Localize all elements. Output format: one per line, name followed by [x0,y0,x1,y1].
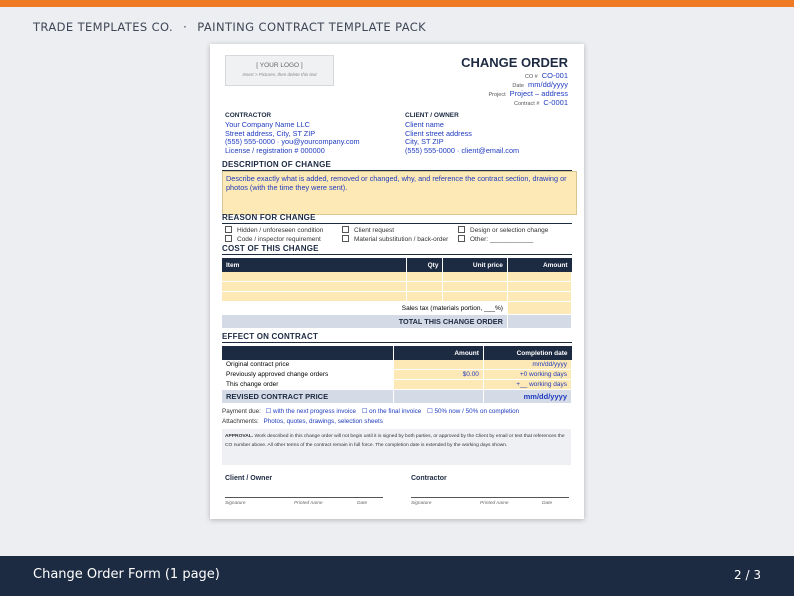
pack-name: PAINTING CONTRACT TEMPLATE PACK [197,20,427,34]
checkbox[interactable] [342,235,349,242]
sales-tax-amount[interactable] [507,301,573,315]
accent-top-bar [0,0,794,7]
attachments-value[interactable]: Photos, quotes, drawings, selection shee… [264,418,383,425]
checkbox[interactable] [342,226,349,233]
payment-label: Payment due: [222,408,261,415]
description-field[interactable]: Describe exactly what is added, removed … [222,171,577,215]
contractor-label: CONTRACTOR [225,112,272,119]
revised-amount [393,389,484,404]
table-row[interactable] [222,281,573,292]
row-label: Original contract price [222,360,394,370]
approval-text: Work described in this change order will… [225,434,565,448]
client-label: CLIENT / OWNER [405,112,459,119]
attachments-line: Attachments: Photos, quotes, drawings, s… [222,418,383,425]
column-header: Amount [507,258,572,272]
cost-heading: COST OF THIS CHANGE [222,244,572,255]
approval-label: APPROVAL. [225,434,254,439]
contractor-signature-label: Contractor [411,475,447,482]
row-label: This change order [222,379,394,390]
date-cell[interactable]: +__ working days [483,379,573,390]
column-header: Item [222,258,407,272]
reason-option[interactable]: Other: ____________ [458,235,533,243]
meta-project: Project Project – address [488,89,569,98]
checkbox[interactable] [225,235,232,242]
description-heading: DESCRIPTION OF CHANGE [222,160,572,171]
meta-date: Date mm/dd/yyyy [512,80,568,89]
table-row: Original contract price mm/dd/yyyy [222,360,573,370]
signature-field-label: Signature [225,501,246,506]
revised-label: REVISED CONTRACT PRICE [222,389,394,404]
column-header: Unit price [442,258,508,272]
client-block: CLIENT / OWNER Client name Client street… [405,112,519,155]
checkbox[interactable] [458,226,465,233]
logo-text: [ YOUR LOGO ] [256,62,303,69]
table-row[interactable] [222,272,573,282]
checkbox[interactable] [458,235,465,242]
page-indicator: 2 / 3 [734,568,761,582]
reason-option[interactable]: Material substitution / back-order [342,235,448,243]
reason-heading: REASON FOR CHANGE [222,213,572,224]
date-field-label: Date [357,501,368,506]
logo-hint: Insert > Pictures, then delete this text [242,72,317,77]
column-header: Qty [406,258,444,272]
page-header: TRADE TEMPLATES CO. · PAINTING CONTRACT … [33,20,426,34]
printed-name-field-label: Printed name [480,501,509,506]
payment-option[interactable]: ☐ with the next progress invoice [266,408,356,415]
client-signature-line[interactable] [225,497,383,499]
signature-field-label: Signature [411,501,432,506]
checkbox[interactable] [225,226,232,233]
contractor-block: CONTRACTOR Your Company Name LLC Street … [225,112,360,155]
cost-table: Item Qty Unit price Amount Sales tax (ma… [222,258,573,329]
row-label: Previously approved change orders [222,369,394,380]
date-cell[interactable]: +0 working days [483,369,573,380]
payment-option[interactable]: ☐ 50% now / 50% on completion [427,408,519,415]
table-row: Previously approved change orders $0.00 … [222,369,573,380]
date-cell[interactable]: mm/dd/yyyy [483,360,573,370]
revised-date: mm/dd/yyyy [483,389,573,404]
contractor-signature-line[interactable] [411,497,569,499]
total-row: TOTAL THIS CHANGE ORDER [222,314,573,329]
logo-placeholder[interactable]: [ YOUR LOGO ] Insert > Pictures, then de… [225,55,334,86]
brand-name: TRADE TEMPLATES CO. [33,20,174,34]
amount-cell[interactable] [393,360,484,370]
footer-title: Change Order Form (1 page) [33,567,220,582]
column-header: Completion date [483,346,572,360]
amount-cell[interactable]: $0.00 [393,369,484,380]
table-row[interactable] [222,291,573,302]
column-header [222,346,394,360]
client-signature-label: Client / Owner [225,475,273,482]
meta-co-number: CO # CO-001 [524,71,568,80]
total-amount [507,314,573,329]
sales-tax-row: Sales tax (materials portion, ___%) [222,301,573,315]
column-header: Amount [393,346,484,360]
sales-tax-label: Sales tax (materials portion, ___%) [222,301,508,315]
approval-box: APPROVAL. Work described in this change … [222,429,571,465]
payment-line: Payment due: ☐ with the next progress in… [222,408,519,415]
contractor-line[interactable]: License / registration # 000000 [225,146,360,156]
effect-heading: EFFECT ON CONTRACT [222,332,572,343]
revised-row: REVISED CONTRACT PRICE mm/dd/yyyy [222,389,573,404]
table-row: This change order +__ working days [222,379,573,390]
document-title: CHANGE ORDER [461,55,568,70]
footer-bar: Change Order Form (1 page) 2 / 3 [0,556,794,596]
effect-table: Amount Completion date Original contract… [222,346,573,404]
client-line[interactable]: (555) 555-0000 · client@email.com [405,146,519,156]
amount-cell[interactable] [393,379,484,390]
payment-option[interactable]: ☐ on the final invoice [362,408,422,415]
document-page: [ YOUR LOGO ] Insert > Pictures, then de… [210,44,584,519]
reason-option[interactable]: Hidden / unforeseen condition [225,226,323,234]
reason-option[interactable]: Client request [342,226,394,234]
attachments-label: Attachments: [222,418,259,425]
date-field-label: Date [542,501,553,506]
header-separator: · [183,20,188,34]
reason-option[interactable]: Code / inspector requirement [225,235,321,243]
printed-name-field-label: Printed name [294,501,323,506]
reason-option[interactable]: Design or selection change [458,226,548,234]
meta-contract-number: Contract # C-0001 [514,98,568,107]
total-label: TOTAL THIS CHANGE ORDER [222,314,508,329]
